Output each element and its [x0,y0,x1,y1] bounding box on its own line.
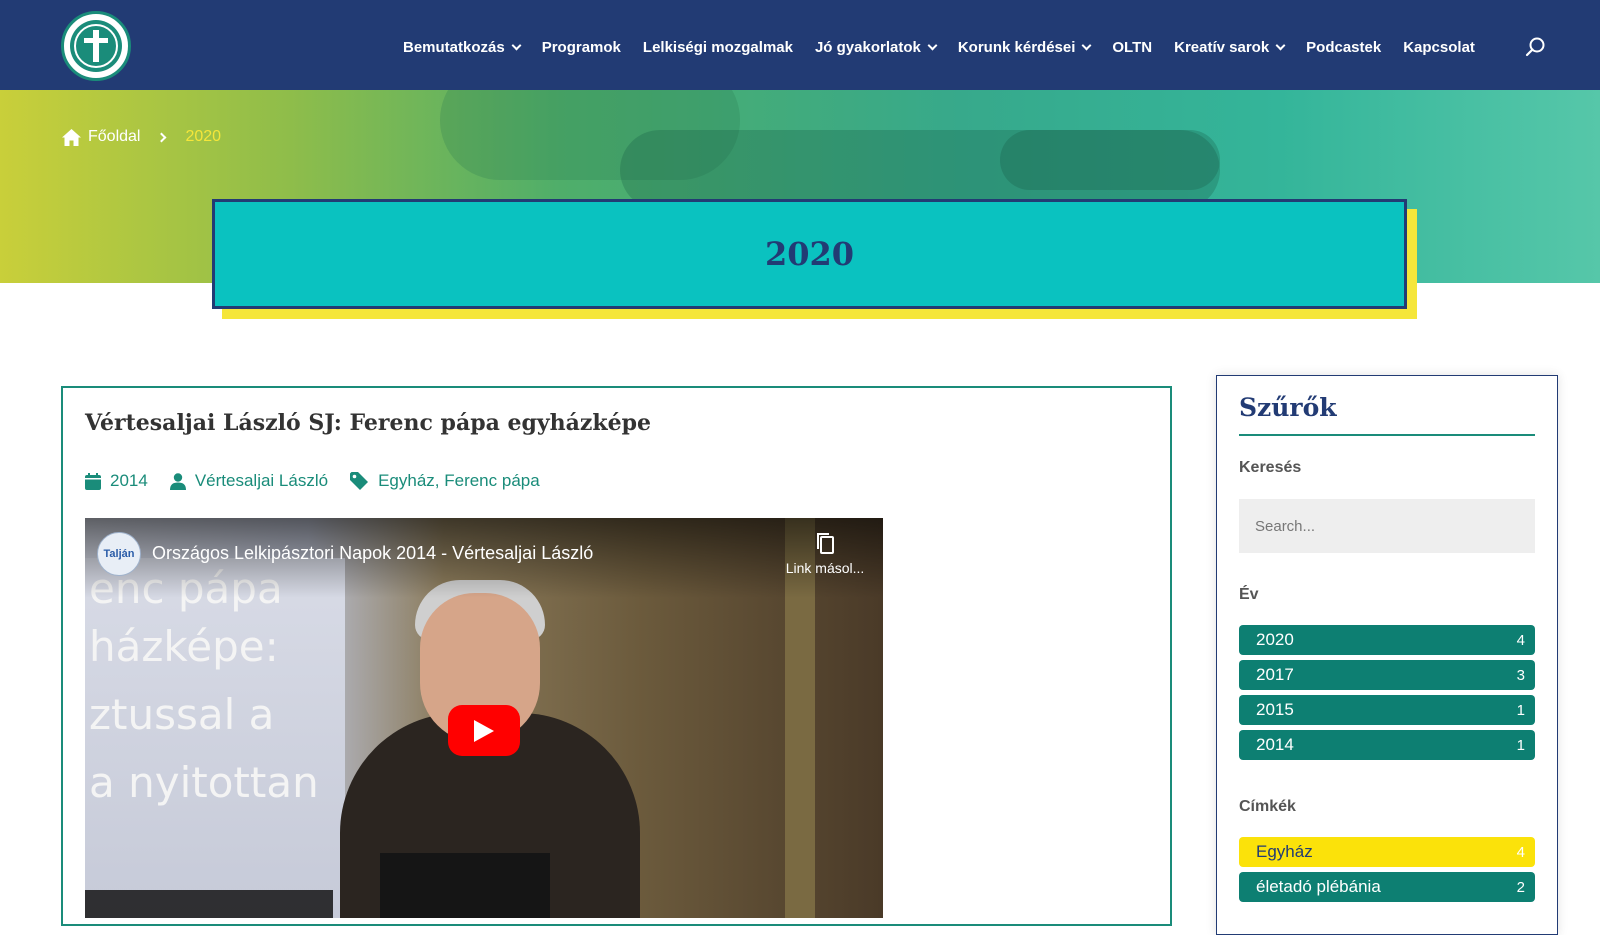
sidebar-title: Szűrők [1239,393,1337,422]
nav-item-podcastek[interactable]: Podcastek [1306,39,1381,56]
nav-item-korunk-kerdesei[interactable]: Korunk kérdései [957,38,1092,56]
search-input[interactable] [1239,499,1535,553]
year-filter-label: Év [1239,586,1259,603]
video-title[interactable]: Országos Lelkipásztori Napok 2014 - Vért… [152,543,593,564]
filter-count: 2 [1516,878,1525,896]
youtube-video-embed[interactable]: enc pápa házképe: ztussal a a nyitottan … [85,518,883,918]
filter-count: 1 [1516,701,1525,719]
chevron-down-icon [1081,40,1092,50]
breadcrumb: Főoldal 2020 [61,126,221,148]
year-filter-item[interactable]: 2017 3 [1239,660,1535,690]
filter-count: 1 [1516,736,1525,754]
logo-emblem-icon [70,20,122,72]
tags-filter-label: Címkék [1239,798,1296,815]
nav-item-programok[interactable]: Programok [542,39,621,56]
nav-item-oltn[interactable]: OLTN [1112,39,1152,56]
year-filter-item[interactable]: 2020 4 [1239,625,1535,655]
copy-icon [817,533,834,554]
nav-item-label: Programok [541,38,621,56]
search-label: Keresés [1239,459,1302,476]
filters-sidebar: Szűrők Keresés Év 2020 4 2017 3 2015 1 2… [1216,375,1558,935]
nav-item-kapcsolat[interactable]: Kapcsolat [1403,39,1475,56]
nav-item-jo-gyakorlatok[interactable]: Jó gyakorlatok [814,38,938,56]
search-icon [1525,37,1545,57]
user-icon [169,472,186,490]
breadcrumb-current: 2020 [185,128,222,145]
nav-item-kreativ-sarok[interactable]: Kreatív sarok [1174,38,1286,56]
nav-item-label: Lelkiségi mozgalmak [642,38,793,56]
article-year[interactable]: 2014 [85,471,148,491]
nav-item-label: Kapcsolat [1403,38,1475,56]
page-title: 2020 [764,235,855,273]
site-logo[interactable] [61,11,131,81]
chevron-down-icon [927,40,938,50]
video-projection-slide: enc pápa házképe: ztussal a a nyitottan [85,558,345,918]
nav-item-label: Korunk kérdései [957,38,1076,56]
main-nav: Bemutatkozás Programok Lelkiségi mozgalm… [403,36,1497,58]
tag-icon [350,472,369,490]
filter-count: 4 [1516,631,1525,649]
filter-count: 4 [1516,843,1525,861]
article-tags[interactable]: Egyház, Ferenc pápa [350,471,540,491]
nav-item-label: Bemutatkozás [403,38,505,56]
chevron-right-icon [157,132,167,142]
article-year-link[interactable]: 2014 [110,471,148,491]
video-watch-on-bar[interactable] [85,890,333,918]
nav-item-label: Kreatív sarok [1174,38,1270,56]
article-meta: 2014 Vértesaljai László Egyház, Ferenc p… [85,470,562,492]
chevron-down-icon [1275,40,1286,50]
copy-link-label: Link másol... [785,560,865,576]
home-icon [62,128,81,146]
article-author[interactable]: Vértesaljai László [169,471,328,491]
site-header: Bemutatkozás Programok Lelkiségi mozgalm… [0,0,1600,90]
article-tags-links[interactable]: Egyház, Ferenc pápa [378,471,540,491]
nav-item-lelkisegi-mozgalmak[interactable]: Lelkiségi mozgalmak [643,39,793,56]
sidebar-divider [1239,434,1535,436]
year-filter-item[interactable]: 2015 1 [1239,695,1535,725]
year-filter-item[interactable]: 2014 1 [1239,730,1535,760]
calendar-icon [85,472,101,490]
article-card: Vértesaljai László SJ: Ferenc pápa egyhá… [61,386,1172,926]
breadcrumb-home-link[interactable]: Főoldal [61,128,140,147]
nav-item-label: OLTN [1112,38,1153,56]
breadcrumb-home-label: Főoldal [88,128,141,145]
page-title-box: 2020 [212,199,1407,309]
chevron-down-icon [511,40,522,50]
tag-filter-item[interactable]: életadó plébánia 2 [1239,872,1535,902]
play-button[interactable] [448,705,520,756]
nav-item-label: Podcastek [1306,38,1382,56]
nav-item-bemutatkozas[interactable]: Bemutatkozás [403,38,522,56]
video-channel-avatar[interactable]: Talján [97,532,141,576]
nav-item-label: Jó gyakorlatok [814,38,921,56]
filter-count: 3 [1516,666,1525,684]
article-title[interactable]: Vértesaljai László SJ: Ferenc pápa egyhá… [85,410,651,436]
article-author-link[interactable]: Vértesaljai László [195,471,328,491]
tag-filter-item[interactable]: Egyház 4 [1239,837,1535,867]
search-button[interactable] [1525,36,1547,58]
play-icon [474,719,494,742]
copy-link-button[interactable]: Link másol... [775,532,875,576]
